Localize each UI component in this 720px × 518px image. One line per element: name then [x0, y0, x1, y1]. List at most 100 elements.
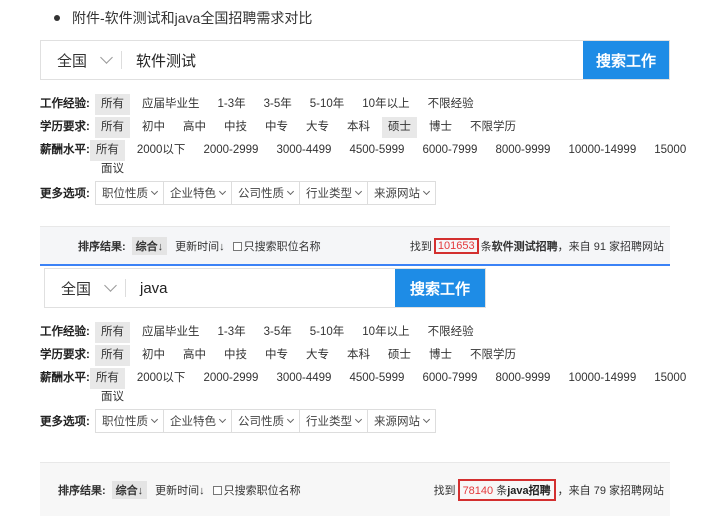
- filter-option[interactable]: 不限学历: [464, 117, 522, 138]
- more-option-dropdown[interactable]: 公司性质: [232, 410, 300, 432]
- filter-option[interactable]: 应届毕业生: [136, 322, 206, 343]
- filter-option[interactable]: 3000-4499: [270, 368, 337, 389]
- filter-option[interactable]: 4500-5999: [343, 368, 410, 389]
- title-only-checkbox[interactable]: 只搜索职位名称: [212, 482, 301, 498]
- filter-option[interactable]: 博士: [423, 345, 458, 366]
- title-only-checkbox[interactable]: 只搜索职位名称: [232, 238, 321, 254]
- filter-row-experience: 工作经验: 所有 应届毕业生 1-3年 3-5年 5-10年 10年以上 不限经…: [40, 94, 670, 115]
- filter-option[interactable]: 1-3年: [212, 94, 252, 115]
- filter-option[interactable]: 2000-2999: [197, 140, 264, 161]
- filter-option[interactable]: 15000: [648, 368, 692, 389]
- more-option-dropdown[interactable]: 行业类型: [300, 182, 368, 204]
- filter-option[interactable]: 10年以上: [356, 322, 415, 343]
- more-option-dropdown[interactable]: 企业特色: [164, 182, 232, 204]
- filter-option[interactable]: 大专: [300, 345, 335, 366]
- filter-option[interactable]: 15000: [648, 140, 692, 161]
- more-option-dropdown[interactable]: 职位性质: [96, 410, 164, 432]
- checkbox-label: 只搜索职位名称: [243, 240, 321, 253]
- filter-option-negotiable[interactable]: 面议: [46, 389, 674, 405]
- filter-option[interactable]: 2000-2999: [197, 368, 264, 389]
- filter-option[interactable]: 大专: [300, 117, 335, 138]
- filter-option[interactable]: 6000-7999: [416, 368, 483, 389]
- filter-option[interactable]: 10000-14999: [562, 368, 642, 389]
- search-bar: 全国 软件测试 搜索工作: [40, 40, 670, 80]
- chevron-down-icon: [150, 187, 159, 196]
- sort-option-comprehensive[interactable]: 综合↓: [131, 236, 168, 255]
- filter-option[interactable]: 3-5年: [258, 94, 298, 115]
- filter-option[interactable]: 中技: [218, 117, 253, 138]
- search-input[interactable]: 软件测试: [122, 41, 583, 79]
- filter-option[interactable]: 本科: [341, 345, 376, 366]
- filter-option[interactable]: 10年以上: [356, 94, 415, 115]
- sort-bar-java: 排序结果: 综合↓ 更新时间↓ 只搜索职位名称 找到 78140 条java招聘…: [40, 462, 670, 516]
- sort-option-comprehensive[interactable]: 综合↓: [111, 480, 148, 499]
- filter-option[interactable]: 8000-9999: [489, 140, 556, 161]
- filter-option[interactable]: 不限经验: [422, 94, 480, 115]
- result-unit: 条: [480, 240, 492, 253]
- filter-option[interactable]: 所有: [89, 140, 125, 161]
- filter-option[interactable]: 不限经验: [422, 322, 480, 343]
- sort-label: 排序结果:: [78, 240, 126, 253]
- filter-option[interactable]: 硕士: [382, 117, 417, 138]
- more-option-dropdown[interactable]: 来源网站: [368, 410, 435, 432]
- filter-row-salary: 薪酬水平: 所有 2000以下 2000-2999 3000-4499 4500…: [40, 140, 686, 161]
- chevron-down-icon: [150, 415, 159, 424]
- filter-option[interactable]: 高中: [177, 117, 212, 138]
- filter-option[interactable]: 3000-4499: [270, 140, 337, 161]
- search-input[interactable]: java: [126, 269, 395, 307]
- filter-option[interactable]: 初中: [136, 117, 171, 138]
- filter-option[interactable]: 所有: [95, 94, 130, 115]
- filter-option-negotiable[interactable]: 面议: [46, 161, 670, 177]
- checkbox-icon: [232, 241, 242, 251]
- filter-option[interactable]: 初中: [136, 345, 171, 366]
- filter-option[interactable]: 所有: [89, 368, 125, 389]
- filter-option[interactable]: 2000以下: [131, 140, 192, 161]
- chevron-down-icon: [218, 415, 227, 424]
- filter-option[interactable]: 高中: [177, 345, 212, 366]
- filter-option[interactable]: 6000-7999: [416, 140, 483, 161]
- filter-label: 更多选项:: [40, 188, 90, 200]
- filter-option[interactable]: 4500-5999: [343, 140, 410, 161]
- more-option-dropdown[interactable]: 企业特色: [164, 410, 232, 432]
- filter-row-experience: 工作经验: 所有 应届毕业生 1-3年 3-5年 5-10年 10年以上 不限经…: [40, 322, 674, 343]
- filter-row-salary: 薪酬水平: 所有 2000以下 2000-2999 3000-4499 4500…: [40, 368, 686, 389]
- filter-option[interactable]: 10000-14999: [562, 140, 642, 161]
- filter-option[interactable]: 硕士: [382, 345, 417, 366]
- sort-option-update-time[interactable]: 更新时间↓: [171, 237, 229, 255]
- filter-option[interactable]: 中技: [218, 345, 253, 366]
- city-select[interactable]: 全国: [45, 269, 125, 307]
- more-option-dropdown[interactable]: 职位性质: [96, 182, 164, 204]
- more-option-dropdown[interactable]: 公司性质: [232, 182, 300, 204]
- filter-option[interactable]: 中专: [259, 117, 294, 138]
- filter-option[interactable]: 5-10年: [304, 94, 351, 115]
- search-input-value: java: [140, 279, 168, 297]
- result-source: ，来自 91 家招聘网站: [557, 240, 664, 253]
- filter-option[interactable]: 1-3年: [212, 322, 252, 343]
- filter-option[interactable]: 不限学历: [464, 345, 522, 366]
- filter-option[interactable]: 博士: [423, 117, 458, 138]
- filter-option[interactable]: 2000以下: [131, 368, 192, 389]
- chevron-down-icon: [354, 415, 363, 424]
- filter-option[interactable]: 5-10年: [304, 322, 351, 343]
- more-option-dropdown[interactable]: 行业类型: [300, 410, 368, 432]
- city-select[interactable]: 全国: [41, 41, 121, 79]
- sort-option-update-time[interactable]: 更新时间↓: [151, 481, 209, 499]
- filter-option[interactable]: 8000-9999: [489, 368, 556, 389]
- more-options: 职位性质 企业特色 公司性质 行业类型 来源网站: [95, 181, 436, 205]
- filter-option[interactable]: 所有: [95, 117, 130, 138]
- result-prefix: 找到: [409, 240, 432, 253]
- filter-option[interactable]: 应届毕业生: [136, 94, 206, 115]
- more-option-dropdown[interactable]: 来源网站: [368, 182, 435, 204]
- filter-option[interactable]: 所有: [95, 345, 130, 366]
- filter-label: 更多选项:: [40, 416, 90, 428]
- city-label: 全国: [57, 52, 88, 70]
- filter-option[interactable]: 本科: [341, 117, 376, 138]
- filter-option[interactable]: 所有: [95, 322, 130, 343]
- filter-option[interactable]: 中专: [259, 345, 294, 366]
- search-button[interactable]: 搜索工作: [395, 269, 485, 307]
- bullet-dot: [54, 15, 60, 21]
- filter-label: 工作经验:: [40, 98, 90, 110]
- chevron-down-icon: [286, 187, 295, 196]
- search-button[interactable]: 搜索工作: [583, 41, 669, 79]
- filter-option[interactable]: 3-5年: [258, 322, 298, 343]
